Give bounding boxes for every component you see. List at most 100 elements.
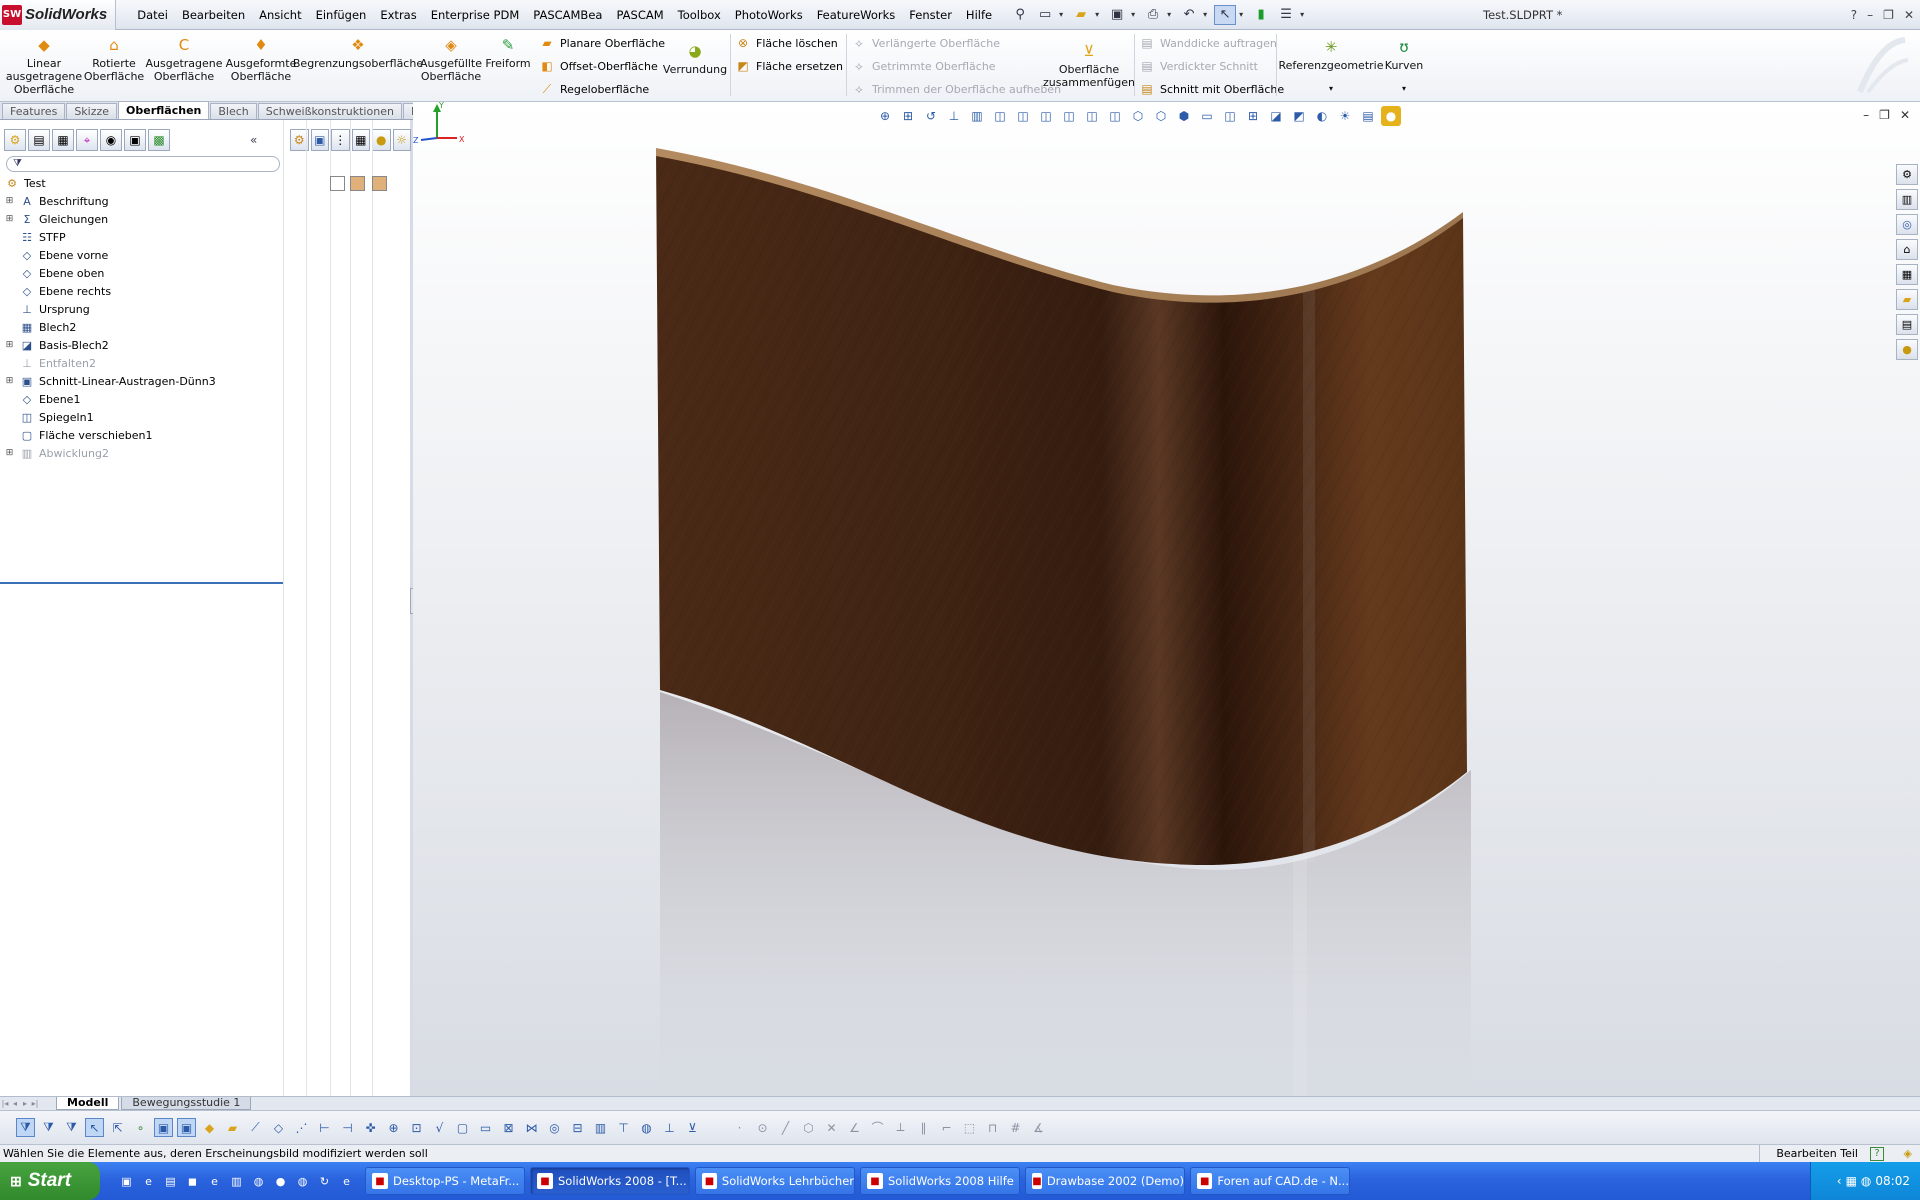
circle-icon[interactable]: ⊙ (753, 1118, 772, 1137)
print-icon[interactable]: ⎙ (1142, 5, 1164, 25)
reference-geometry-button[interactable]: ✳ Referenzgeometrie ▾ (1279, 36, 1384, 95)
solidworks-icon[interactable]: ◼ (184, 1173, 201, 1190)
collapse-arrows-icon[interactable]: « (250, 133, 257, 147)
tab-features[interactable]: Features (2, 103, 66, 119)
filter-sketch-points-icon[interactable]: ⋰ (292, 1118, 311, 1137)
solidworks-logo[interactable]: SW SolidWorks (0, 0, 117, 30)
internet-explorer-icon[interactable]: e (140, 1173, 157, 1190)
open-folder-icon[interactable]: ▰ (1070, 5, 1092, 25)
chevron-down-icon[interactable]: ▾ (1329, 82, 1333, 95)
menu-item-featureworks[interactable]: FeatureWorks (810, 0, 903, 30)
arc-icon[interactable]: ⌒ (868, 1118, 887, 1137)
dimxpert-tab-icon[interactable]: ⌖ (76, 129, 98, 151)
angle-measure-icon[interactable]: ∡ (1029, 1118, 1048, 1137)
extruded-surface-button[interactable]: ◆ Linear ausgetragene Oberfläche (6, 34, 82, 96)
revolved-surface-button[interactable]: ⌂ Rotierte Oberfläche (84, 34, 144, 83)
filter-sketch-segments-icon[interactable]: ⊢ (315, 1118, 334, 1137)
filter-axes-icon[interactable]: ⟋ (246, 1118, 265, 1137)
fillet-button[interactable]: ◕ Verrundung (663, 40, 727, 76)
language-icon[interactable]: ◍ (1861, 1174, 1871, 1188)
view-palette-icon[interactable]: ▦ (1896, 264, 1918, 285)
tree-item[interactable]: ⊞ A Beschriftung (4, 192, 284, 210)
design-library-icon[interactable]: ▥ (1896, 189, 1918, 210)
top-view-icon[interactable]: ◫ (1082, 106, 1102, 126)
filter-blocks-icon[interactable]: ▥ (591, 1118, 610, 1137)
filter-vertices-icon[interactable]: ∘ (131, 1118, 150, 1137)
tab-oberfl-chen[interactable]: Oberflächen (118, 101, 210, 119)
select-cursor-icon[interactable]: ↖ (85, 1118, 104, 1137)
select-arrow-icon[interactable]: ↖ (1214, 4, 1237, 25)
menu-item-extras[interactable]: Extras (373, 0, 423, 30)
scene-icon[interactable]: ☀ (1335, 106, 1355, 126)
realview-icon[interactable]: ● (1381, 106, 1401, 126)
chevron-down-icon[interactable]: ▾ (1239, 10, 1247, 19)
rectangle-dashed-icon[interactable]: ⬚ (960, 1118, 979, 1137)
appearances-icon[interactable]: ▤ (1896, 314, 1918, 335)
curves-button[interactable]: ʊ Kurven ▾ (1384, 36, 1424, 95)
chevron-down-icon[interactable]: ▾ (1167, 10, 1175, 19)
angle-icon[interactable]: ∠ (845, 1118, 864, 1137)
planar-surface-button[interactable]: ▰ Planare Oberfläche (538, 34, 665, 52)
viewport-restore-button[interactable]: ❐ (1879, 108, 1890, 122)
model-viewport[interactable] (413, 102, 1920, 1100)
section-view-icon[interactable]: ⊥ (944, 106, 964, 126)
replace-face-button[interactable]: ◩ Fläche ersetzen (734, 57, 843, 75)
lofted-surface-button[interactable]: ♦ Ausgeformte Oberfläche (226, 34, 297, 83)
tree-item[interactable]: ⊞ ◪ Basis-Blech2 (4, 336, 284, 354)
filter-notes-icon[interactable]: ▭ (476, 1118, 495, 1137)
hide-show-items-icon[interactable]: ◩ (1289, 106, 1309, 126)
next-tab-icon[interactable]: ▸ (20, 1099, 30, 1108)
media-icon[interactable]: ● (272, 1173, 289, 1190)
help-icon[interactable]: ? (1851, 0, 1857, 30)
tree-item[interactable]: ⊞ ▥ Abwicklung2 (4, 444, 284, 462)
internet-explorer-icon[interactable]: e (338, 1173, 355, 1190)
knit-surface-button[interactable]: ⊻ Oberfläche zusammenfügen (1043, 40, 1135, 89)
extend-surface-button[interactable]: ⟡ Verlängerte Oberfläche (850, 34, 1000, 52)
swept-surface-button[interactable]: C Ausgetragene Oberfläche (145, 34, 222, 83)
filter-dowel-pins-icon[interactable]: ⊤ (614, 1118, 633, 1137)
isometric-view-icon[interactable]: ⬡ (1128, 106, 1148, 126)
viewport-minimize-button[interactable]: – (1863, 108, 1869, 122)
display-style-icon[interactable]: ◪ (1266, 106, 1286, 126)
filter-geometric-tolerance-icon[interactable]: ▢ (453, 1118, 472, 1137)
minimize-button[interactable]: – (1867, 0, 1873, 30)
menu-item-hilfe[interactable]: Hilfe (959, 0, 999, 30)
left-view-icon[interactable]: ◫ (1036, 106, 1056, 126)
chevron-down-icon[interactable]: ▾ (1402, 82, 1406, 95)
close-button[interactable]: ✕ (1904, 0, 1914, 30)
filled-surface-button[interactable]: ◈ Ausgefüllte Oberfläche (420, 34, 482, 83)
tag-icon[interactable]: ◈ (1904, 1145, 1912, 1163)
menu-item-toolbox[interactable]: Toolbox (671, 0, 728, 30)
filter-datum-targets-icon[interactable]: ◎ (545, 1118, 564, 1137)
help-icon[interactable]: ? (1870, 1147, 1884, 1161)
appearance-swatch[interactable] (330, 176, 345, 191)
undo-icon[interactable]: ↶ (1178, 5, 1200, 25)
grid-icon[interactable]: ▦ (351, 129, 370, 151)
single-view-icon[interactable]: ▭ (1197, 106, 1217, 126)
offset-surface-button[interactable]: ◧ Offset-Oberfläche (538, 57, 657, 75)
expand-icon[interactable]: ⊞ (4, 376, 15, 387)
firefox-icon[interactable]: ◍ (250, 1173, 267, 1190)
edit-appearance-icon[interactable]: ◐ (1312, 106, 1332, 126)
feature-tree-filter[interactable]: ⧩ (6, 156, 280, 172)
acrobat-icon[interactable]: ▤ (162, 1173, 179, 1190)
line-icon[interactable]: ╱ (776, 1118, 795, 1137)
filter-centerline-icon[interactable]: ⊕ (384, 1118, 403, 1137)
expand-icon[interactable]: ⊞ (4, 340, 15, 351)
cross-icon[interactable]: ✕ (822, 1118, 841, 1137)
menu-item-pascam[interactable]: PASCAM (609, 0, 670, 30)
freeform-button[interactable]: ✎ Freiform (485, 34, 530, 70)
point-icon[interactable]: · (730, 1118, 749, 1137)
tree-item[interactable]: ⊥ Ursprung (4, 300, 284, 318)
graphics-area[interactable]: ⊕ ⊞ ↺ ⊥ ▥ ◫ ◫ ◫ ◫ ◫ ◫ ⬡ ⬡ ⬢ ▭ ◫ ⊞ ◪ ◩ ◐ … (413, 102, 1920, 1100)
taskbar-button[interactable]: ■ Drawbase 2002 (Demo) (1025, 1167, 1185, 1195)
chevron-down-icon[interactable]: ▾ (1203, 10, 1211, 19)
rebuild-traffic-light-icon[interactable]: ▮ (1250, 5, 1272, 25)
ruled-surface-button[interactable]: ⟋ Regeloberfläche (538, 80, 649, 98)
filter-surface-bodies-icon[interactable]: ◆ (200, 1118, 219, 1137)
new-document-icon[interactable]: ▭ (1034, 5, 1056, 25)
document-recovery-icon[interactable]: ▰ (1896, 289, 1918, 310)
filter-welds-icon[interactable]: ⋈ (522, 1118, 541, 1137)
taskbar-button[interactable]: ■ SolidWorks 2008 - [T... (530, 1167, 690, 1195)
appearance-swatch[interactable] (350, 176, 365, 191)
